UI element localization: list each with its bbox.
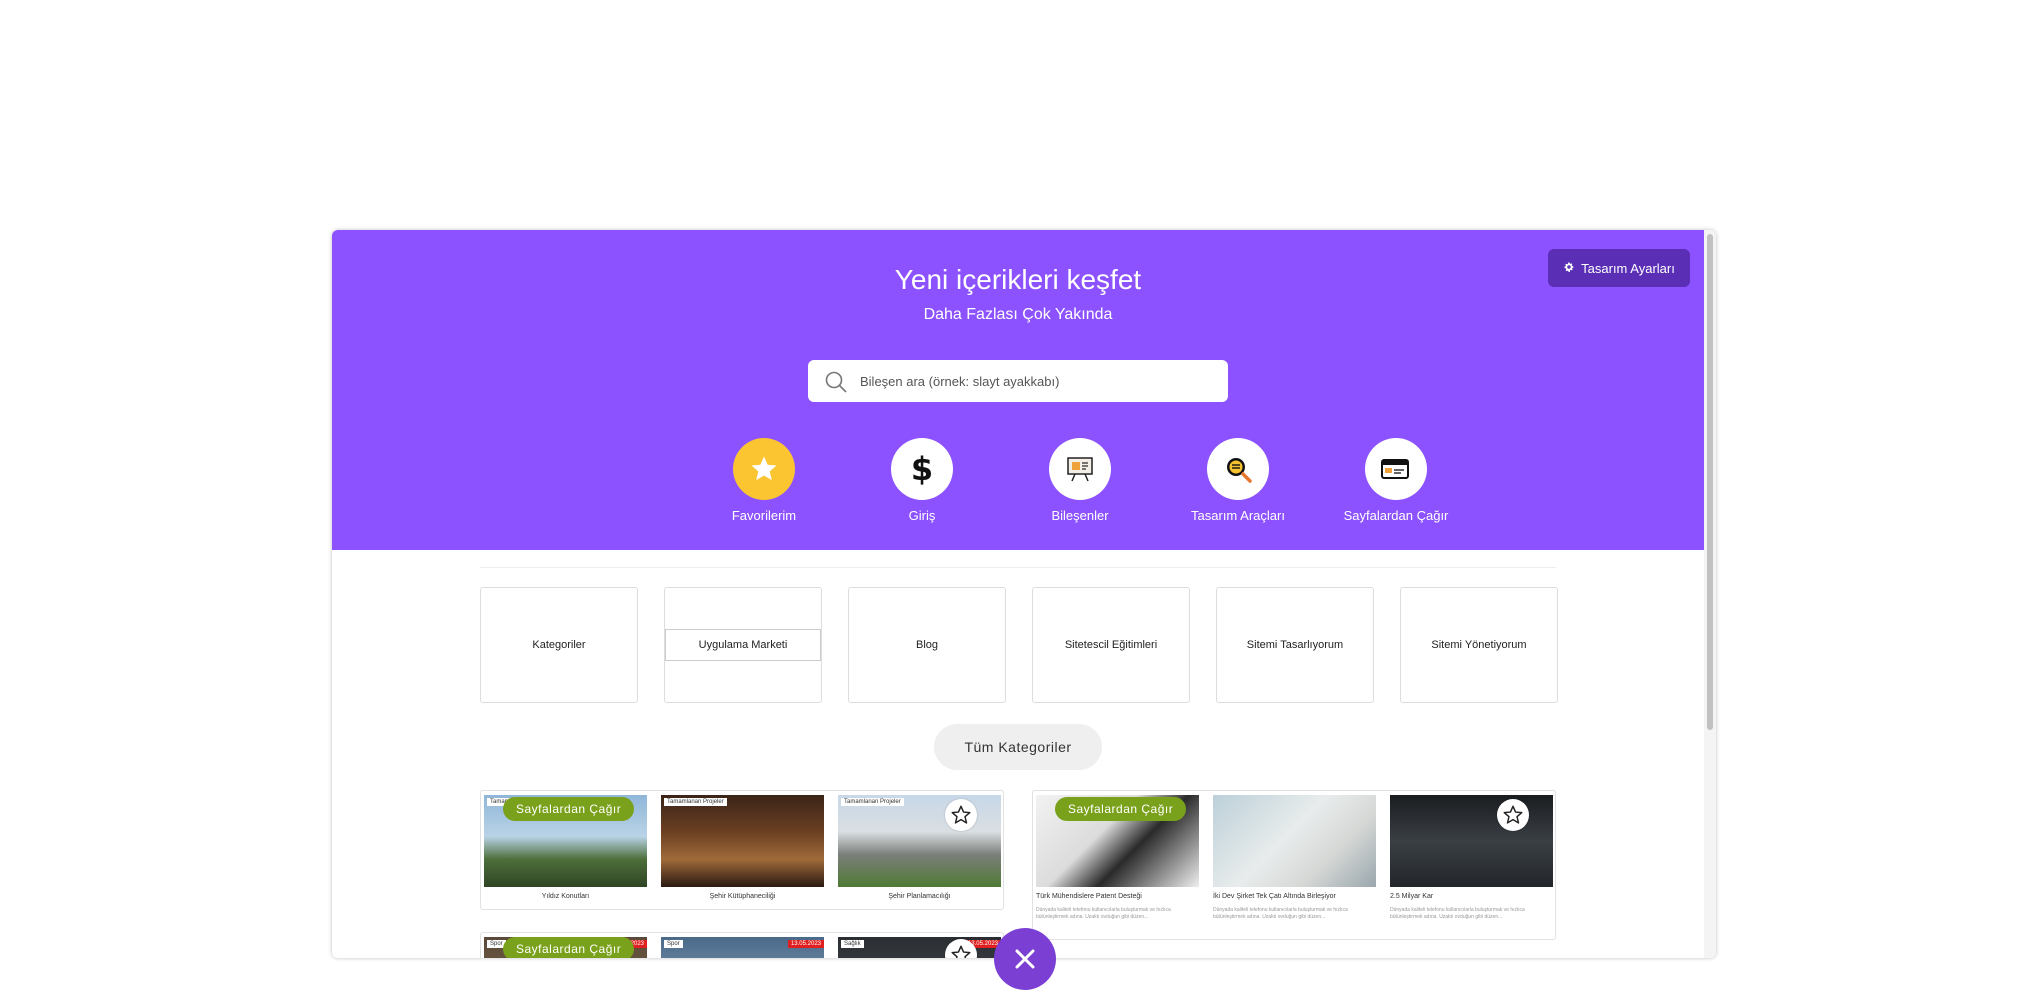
favorite-star-button[interactable]	[1497, 799, 1529, 831]
thumbnail-caption: 2.5 Milyar Kar	[1390, 893, 1434, 900]
category-card[interactable]: Kategoriler	[480, 587, 638, 703]
nav-call-from-pages[interactable]: Sayfalardan Çağır	[1336, 438, 1456, 523]
hero-title: Yeni içerikleri keşfet	[894, 264, 1142, 295]
nav-design-tools[interactable]: Tasarım Araçları	[1178, 438, 1298, 523]
category-card[interactable]: Blog	[848, 587, 1006, 703]
nav-call-from-pages-label: Sayfalardan Çağır	[1343, 508, 1449, 523]
template-card-news[interactable]: Türk Mühendislere Patent Desteği İki Dev…	[1032, 790, 1556, 940]
nav-design-tools-label: Tasarım Araçları	[1191, 508, 1285, 523]
thumbnail-image: Tamamlanan Projeler	[661, 795, 824, 887]
hero-banner: Yeni içerikleri keşfet Daha Fazlası Çok …	[332, 230, 1704, 550]
category-card[interactable]: Sitemi Tasarlıyorum	[1216, 587, 1374, 703]
call-from-pages-badge[interactable]: Sayfalardan Çağır	[503, 797, 635, 821]
search-box	[808, 360, 1228, 402]
scrollbar-thumb[interactable]	[1707, 234, 1713, 730]
category-label: Kategoriler	[532, 639, 586, 651]
dollar-icon: $	[891, 438, 953, 500]
thumbnail-image	[1213, 795, 1376, 887]
call-from-pages-badge[interactable]: Sayfalardan Çağır	[1055, 797, 1187, 821]
thumbnail-caption: Şehir Kütüphaneciliği	[709, 893, 776, 900]
card-icon	[1365, 438, 1427, 500]
template-card-blog[interactable]: Spor 13.05.2023 Spor 13.05.2023 Sağlık 1…	[480, 932, 1004, 958]
design-settings-label: Tasarım Ayarları	[1581, 260, 1675, 276]
star-icon	[733, 438, 795, 500]
thumbnail-tag: Tamamlanan Projeler	[664, 798, 727, 806]
category-card[interactable]: Sitemi Yönetiyorum	[1400, 587, 1558, 703]
thumbnail-image: Spor 13.05.2023	[661, 937, 824, 958]
thumbnail-tag: Tamamlanan Projeler	[841, 798, 904, 806]
nav-favorites-label: Favorilerim	[731, 508, 797, 523]
thumbnail-caption: Yıldız Konutları	[541, 893, 590, 900]
design-settings-button[interactable]: Tasarım Ayarları	[1548, 249, 1690, 287]
nav-login-label: Giriş	[908, 508, 936, 523]
thumbnail-tag: Spor	[664, 940, 683, 948]
close-icon	[1015, 949, 1035, 969]
category-label: Sitetescil Eğitimleri	[1064, 639, 1158, 651]
nav-favorites[interactable]: Favorilerim	[704, 438, 824, 523]
thumbnail-description: Dünyada kaliteli telefonu kullanıcılarla…	[1036, 907, 1171, 920]
thumbnail-image	[1390, 795, 1553, 887]
nav-components-label: Bileşenler	[1051, 508, 1109, 523]
category-card[interactable]: Sitetescil Eğitimleri	[1032, 587, 1190, 703]
all-categories-button[interactable]: Tüm Kategoriler	[934, 724, 1102, 770]
close-button[interactable]	[994, 928, 1056, 990]
thumbnail-description: Dünyada kaliteli telefonu kullanıcılarla…	[1390, 907, 1525, 920]
nav-login[interactable]: $ Giriş	[862, 438, 982, 523]
magnifier-icon	[1207, 438, 1269, 500]
thumbnail-caption: Şehir Planlamacılığı	[888, 893, 951, 900]
category-card[interactable]: Uygulama Marketi	[664, 587, 822, 703]
divider	[480, 567, 1556, 568]
star-outline-icon	[951, 945, 971, 958]
nav-components[interactable]: Bileşenler	[1020, 438, 1140, 523]
category-label: Blog	[915, 639, 939, 651]
call-from-pages-badge[interactable]: Sayfalardan Çağır	[503, 937, 635, 958]
thumbnail-date: 13.05.2023	[787, 940, 824, 948]
thumbnail-tag: Sağlık	[841, 940, 864, 948]
star-outline-icon	[951, 805, 971, 824]
gear-icon	[1563, 261, 1575, 276]
search-icon	[825, 371, 847, 393]
vertical-scrollbar[interactable]	[1704, 230, 1716, 958]
hero-subtitle: Daha Fazlası Çok Yakında	[923, 306, 1113, 323]
component-browser-modal: Yeni içerikleri keşfet Daha Fazlası Çok …	[332, 230, 1716, 958]
thumbnail-description: Dünyada kaliteli telefonu kullanıcılarla…	[1213, 907, 1348, 920]
thumbnail-caption: İki Dev Şirket Tek Çatı Altında Birleşiy…	[1213, 893, 1336, 900]
thumbnail-caption: Türk Mühendislere Patent Desteği	[1036, 893, 1142, 900]
category-label: Sitemi Yönetiyorum	[1431, 639, 1527, 651]
presentation-board-icon	[1049, 438, 1111, 500]
search-input[interactable]	[860, 373, 1200, 389]
category-label: Sitemi Tasarlıyorum	[1246, 639, 1344, 651]
thumbnail-image: Tamamlanan Projeler	[838, 795, 1001, 887]
category-label: Uygulama Marketi	[665, 629, 821, 661]
template-card-projects[interactable]: Tamamlanan Projeler Tamamlanan Projeler …	[480, 790, 1004, 910]
star-outline-icon	[1503, 805, 1523, 824]
favorite-star-button[interactable]	[945, 799, 977, 831]
